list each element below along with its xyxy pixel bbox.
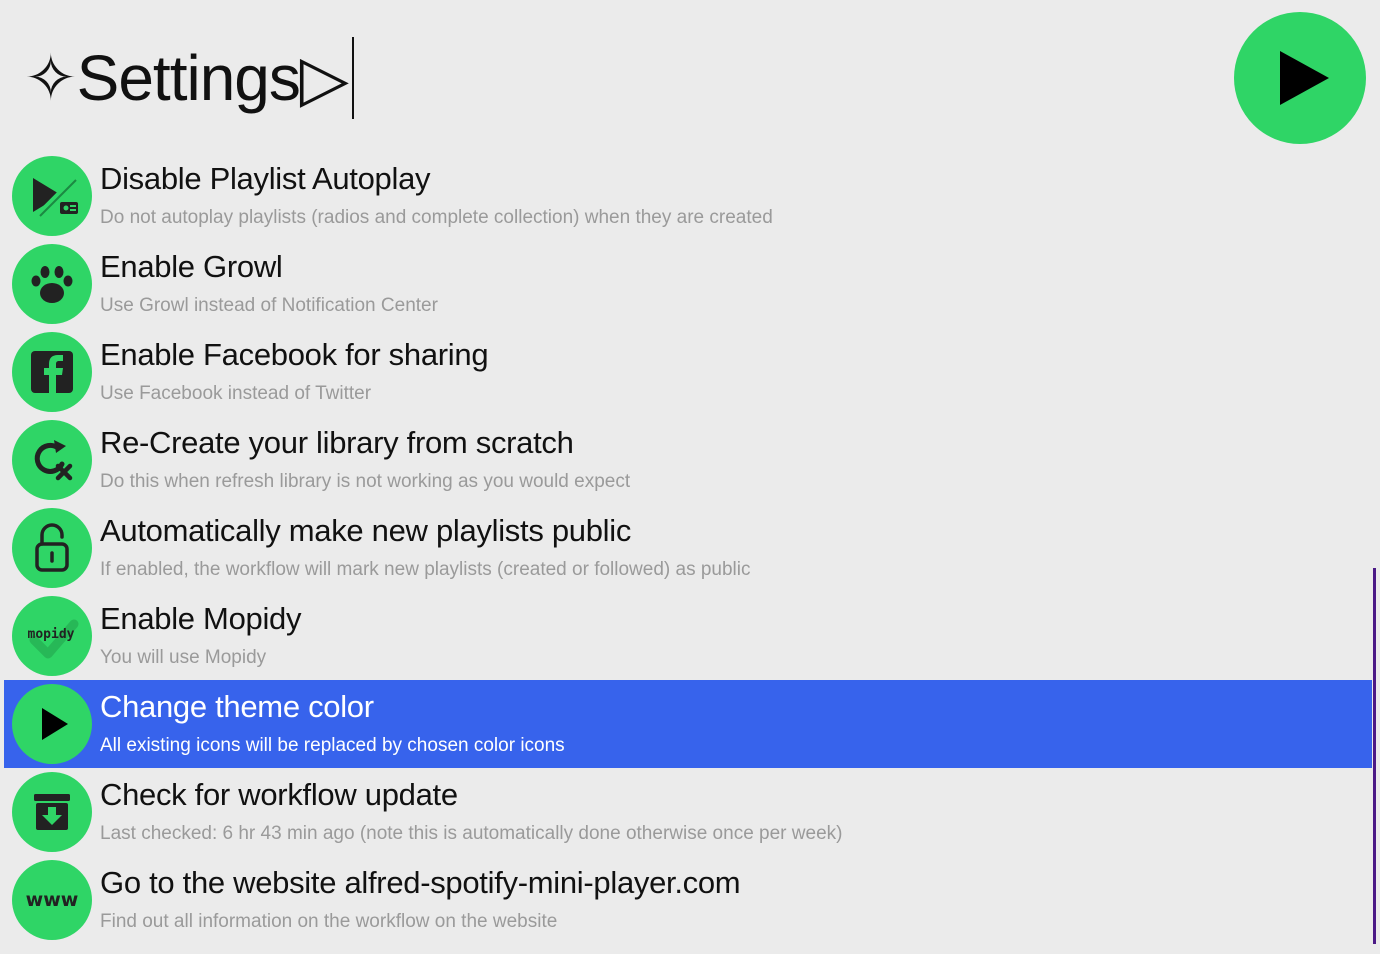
result-subtitle: Do not autoplay playlists (radios and co… (100, 207, 773, 228)
play-muted-radio-icon (12, 156, 92, 236)
search-field[interactable]: ✧Settings▷ (24, 36, 355, 120)
facebook-icon (12, 332, 92, 412)
result-enable-facebook[interactable]: Enable Facebook for sharing Use Facebook… (4, 328, 1372, 416)
result-recreate-library[interactable]: Re-Create your library from scratch Do t… (4, 416, 1372, 504)
result-change-theme-color[interactable]: Change theme color All existing icons wi… (4, 680, 1372, 768)
result-playlists-public[interactable]: Automatically make new playlists public … (4, 504, 1372, 592)
www-icon: www (12, 860, 92, 940)
text-caret (352, 37, 355, 119)
archive-download-icon (12, 772, 92, 852)
result-subtitle: Use Facebook instead of Twitter (100, 383, 372, 404)
result-title: Automatically make new playlists public (100, 513, 632, 548)
paw-icon (12, 244, 92, 324)
result-title: Disable Playlist Autoplay (100, 161, 431, 196)
result-check-update[interactable]: Check for workflow update Last checked: … (4, 768, 1372, 856)
result-title: Go to the website alfred-spotify-mini-pl… (100, 865, 741, 900)
result-title: Enable Facebook for sharing (100, 337, 489, 372)
scrollbar[interactable] (1373, 568, 1376, 944)
svg-text:www: www (26, 889, 79, 911)
result-title: Check for workflow update (100, 777, 458, 812)
unlock-icon (12, 508, 92, 588)
result-subtitle: You will use Mopidy (100, 647, 267, 668)
result-subtitle: Find out all information on the workflow… (100, 911, 558, 932)
result-subtitle: Use Growl instead of Notification Center (100, 295, 438, 316)
result-title: Enable Mopidy (100, 601, 302, 636)
result-subtitle: Last checked: 6 hr 43 min ago (note this… (100, 823, 843, 844)
result-title: Change theme color (100, 689, 374, 724)
search-query[interactable]: ✧Settings▷ (24, 46, 349, 110)
result-subtitle: Do this when refresh library is not work… (100, 471, 631, 492)
result-subtitle: All existing icons will be replaced by c… (100, 735, 565, 756)
app-logo-play-icon (1234, 12, 1366, 144)
result-go-to-website[interactable]: www Go to the website alfred-spotify-min… (4, 856, 1372, 944)
result-enable-mopidy[interactable]: mopidy Enable Mopidy You will use Mopidy (4, 592, 1372, 680)
results-list: Disable Playlist Autoplay Do not autopla… (4, 152, 1372, 944)
result-subtitle: If enabled, the workflow will mark new p… (100, 559, 751, 580)
result-title: Re-Create your library from scratch (100, 425, 574, 460)
play-icon (12, 684, 92, 764)
svg-text:mopidy: mopidy (28, 627, 75, 642)
refresh-x-icon (12, 420, 92, 500)
result-enable-growl[interactable]: Enable Growl Use Growl instead of Notifi… (4, 240, 1372, 328)
result-title: Enable Growl (100, 249, 283, 284)
result-disable-playlist-autoplay[interactable]: Disable Playlist Autoplay Do not autopla… (4, 152, 1372, 240)
mopidy-icon: mopidy (12, 596, 92, 676)
